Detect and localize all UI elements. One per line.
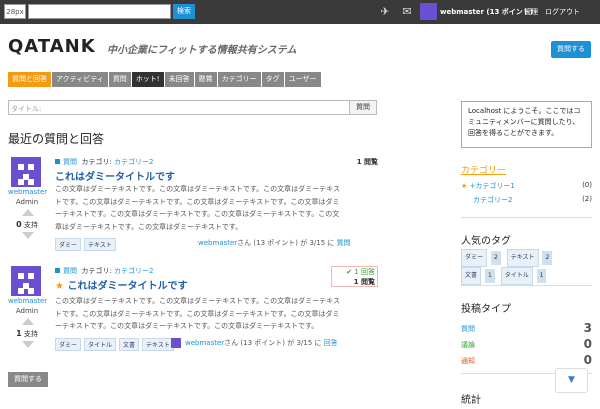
paper-plane-icon[interactable]: ✈ <box>378 5 392 18</box>
question-item: webmaster Admin 1 支持 質問 カテゴリ: カテゴリー2 ✔ 1… <box>8 266 378 356</box>
tag-cloud: ダミー 2 テキスト 2 文書 1 タイトル 1 <box>461 249 592 285</box>
question-type-icon <box>55 268 60 273</box>
tag[interactable]: タイトル <box>84 338 117 351</box>
tag-list: ダミー タイトル 文書 テキスト <box>55 338 174 351</box>
byline-action[interactable]: 回答 <box>324 339 338 347</box>
welcome-box: Localhost にようこそ。ここではコミュニティメンバーに質問したり、回答を… <box>461 101 592 148</box>
site-title[interactable]: QATANK <box>8 36 96 57</box>
byline-user[interactable]: webmaster <box>198 239 237 247</box>
search-input[interactable] <box>28 4 171 19</box>
post-type-item[interactable]: 通知 0 <box>461 353 592 367</box>
question-author[interactable]: webmaster <box>8 297 47 305</box>
tag[interactable]: ダミー <box>55 338 82 351</box>
section-title: 最近の質問と回答 <box>8 132 105 146</box>
question-author[interactable]: webmaster <box>8 188 47 196</box>
avatar[interactable] <box>11 266 41 296</box>
tab-hot[interactable]: ホット! <box>131 72 164 87</box>
category-label: カテゴリ: <box>81 158 112 166</box>
question-title[interactable]: これはダミータイトルです <box>55 168 175 183</box>
tab-activity[interactable]: アクティビティ <box>52 72 108 87</box>
tag-cloud-item[interactable]: テキスト 2 <box>506 249 555 267</box>
nav-tabs: 質問と回答 アクティビティ 質問 ホット! 未回答 懸賞 カテゴリー タグ ユー… <box>8 72 321 87</box>
tab-bounty[interactable]: 懸賞 <box>194 72 217 87</box>
question-body: この文章はダミーテキストです。この文章はダミーテキストです。この文章はダミーテキ… <box>55 185 340 231</box>
vote-down-icon[interactable] <box>22 341 34 348</box>
user-avatar[interactable] <box>420 3 437 20</box>
view-count: 1 閲覧 <box>356 158 378 166</box>
tag[interactable]: ダミー <box>55 238 82 251</box>
question-byline: webmasterさん (13 ポイント) が 3/15 に 質問 <box>198 239 351 247</box>
vote-up-icon[interactable] <box>22 318 34 325</box>
question-meta: 質問 カテゴリ: カテゴリー2 <box>55 266 154 276</box>
avatar[interactable] <box>11 157 41 187</box>
answer-count-box: ✔ 1 回答 1 閲覧 <box>331 266 378 287</box>
divider <box>461 285 592 286</box>
question-meta: 質問 カテゴリ: カテゴリー2 <box>55 157 154 167</box>
top-bar: 28px 検索 ✈ ✉ webmaster (13 ポイント) 管理 ログアウト <box>0 0 600 24</box>
site-subtitle: 中小企業にフィットする情報共有システム <box>107 45 297 56</box>
quick-ask-field[interactable]: タイトル: 質問 <box>8 100 377 115</box>
tag[interactable]: 文書 <box>119 338 140 351</box>
vote-up-icon[interactable] <box>22 209 34 216</box>
vote-count: 0 支持 <box>16 220 38 229</box>
ask-question-button[interactable]: 質問する <box>551 41 591 58</box>
popular-tags-heading: 人気のタグ <box>461 236 511 247</box>
vote-count: 1 支持 <box>16 329 38 338</box>
star-icon: ★ <box>55 281 64 292</box>
view-count: 1 閲覧 <box>353 278 375 286</box>
envelope-icon[interactable]: ✉ <box>400 5 414 18</box>
site-logo[interactable]: 28px <box>4 4 26 19</box>
ask-question-button-bottom[interactable]: 質問する <box>8 372 48 387</box>
avatar[interactable] <box>171 338 181 348</box>
tag-list: ダミー テキスト <box>55 238 116 251</box>
question-type[interactable]: 質問 <box>63 158 77 166</box>
tag[interactable]: テキスト <box>84 238 116 251</box>
title-placeholder: タイトル: <box>11 105 42 113</box>
tab-users[interactable]: ユーザー <box>284 72 321 87</box>
tag-cloud-item[interactable]: ダミー 2 <box>461 249 503 267</box>
scroll-top-chevron-icon[interactable]: ▼ <box>555 368 588 393</box>
admin-link[interactable]: 管理 <box>524 7 538 17</box>
star-icon: ★ <box>461 182 468 190</box>
question-body: この文章はダミーテキストです。この文章はダミーテキストです。この文章はダミーテキ… <box>55 297 340 330</box>
author-role: Admin <box>15 198 39 206</box>
logout-link[interactable]: ログアウト <box>545 7 580 17</box>
category-item[interactable]: ★ +カテゴリー1 (0) <box>461 181 592 191</box>
vote-down-icon[interactable] <box>22 232 34 239</box>
tag-cloud-item[interactable]: タイトル 1 <box>500 267 549 285</box>
post-type-item[interactable]: 議論 0 <box>461 337 592 351</box>
post-types-heading: 投稿タイプ <box>461 304 511 315</box>
tab-categories[interactable]: カテゴリー <box>217 72 261 87</box>
question-item: webmaster Admin 0 支持 質問 カテゴリ: カテゴリー2 1 閲… <box>8 157 378 252</box>
category-link[interactable]: カテゴリー2 <box>114 267 153 275</box>
quick-ask-button[interactable]: 質問 <box>349 100 377 115</box>
question-type-icon <box>55 159 60 164</box>
tab-qa[interactable]: 質問と回答 <box>8 72 51 87</box>
divider <box>461 217 592 218</box>
post-type-item[interactable]: 質問 3 <box>461 321 592 335</box>
search-button[interactable]: 検索 <box>173 4 195 19</box>
byline-action[interactable]: 質問 <box>337 239 351 247</box>
stats-heading: 統計 <box>461 395 481 406</box>
tag-cloud-item[interactable]: 文書 1 <box>461 267 497 285</box>
category-item[interactable]: カテゴリー2 (2) <box>461 195 592 205</box>
question-type[interactable]: 質問 <box>63 267 77 275</box>
category-link[interactable]: カテゴリー2 <box>114 158 153 166</box>
username-link[interactable]: webmaster (13 ポイント) <box>440 7 533 17</box>
tab-unanswered[interactable]: 未回答 <box>164 72 194 87</box>
tag[interactable]: テキスト <box>142 338 174 351</box>
category-label: カテゴリ: <box>81 267 112 275</box>
question-byline: webmasterさん (13 ポイント) が 3/15 に 回答 <box>171 338 338 348</box>
byline-user[interactable]: webmaster <box>185 339 224 347</box>
question-title[interactable]: ★ これはダミータイトルです <box>55 277 187 292</box>
categories-heading[interactable]: カテゴリー <box>461 163 506 176</box>
tab-questions[interactable]: 質問 <box>108 72 131 87</box>
answer-count: ✔ 1 回答 <box>346 268 375 276</box>
tab-tags[interactable]: タグ <box>261 72 284 87</box>
author-role: Admin <box>15 307 39 315</box>
